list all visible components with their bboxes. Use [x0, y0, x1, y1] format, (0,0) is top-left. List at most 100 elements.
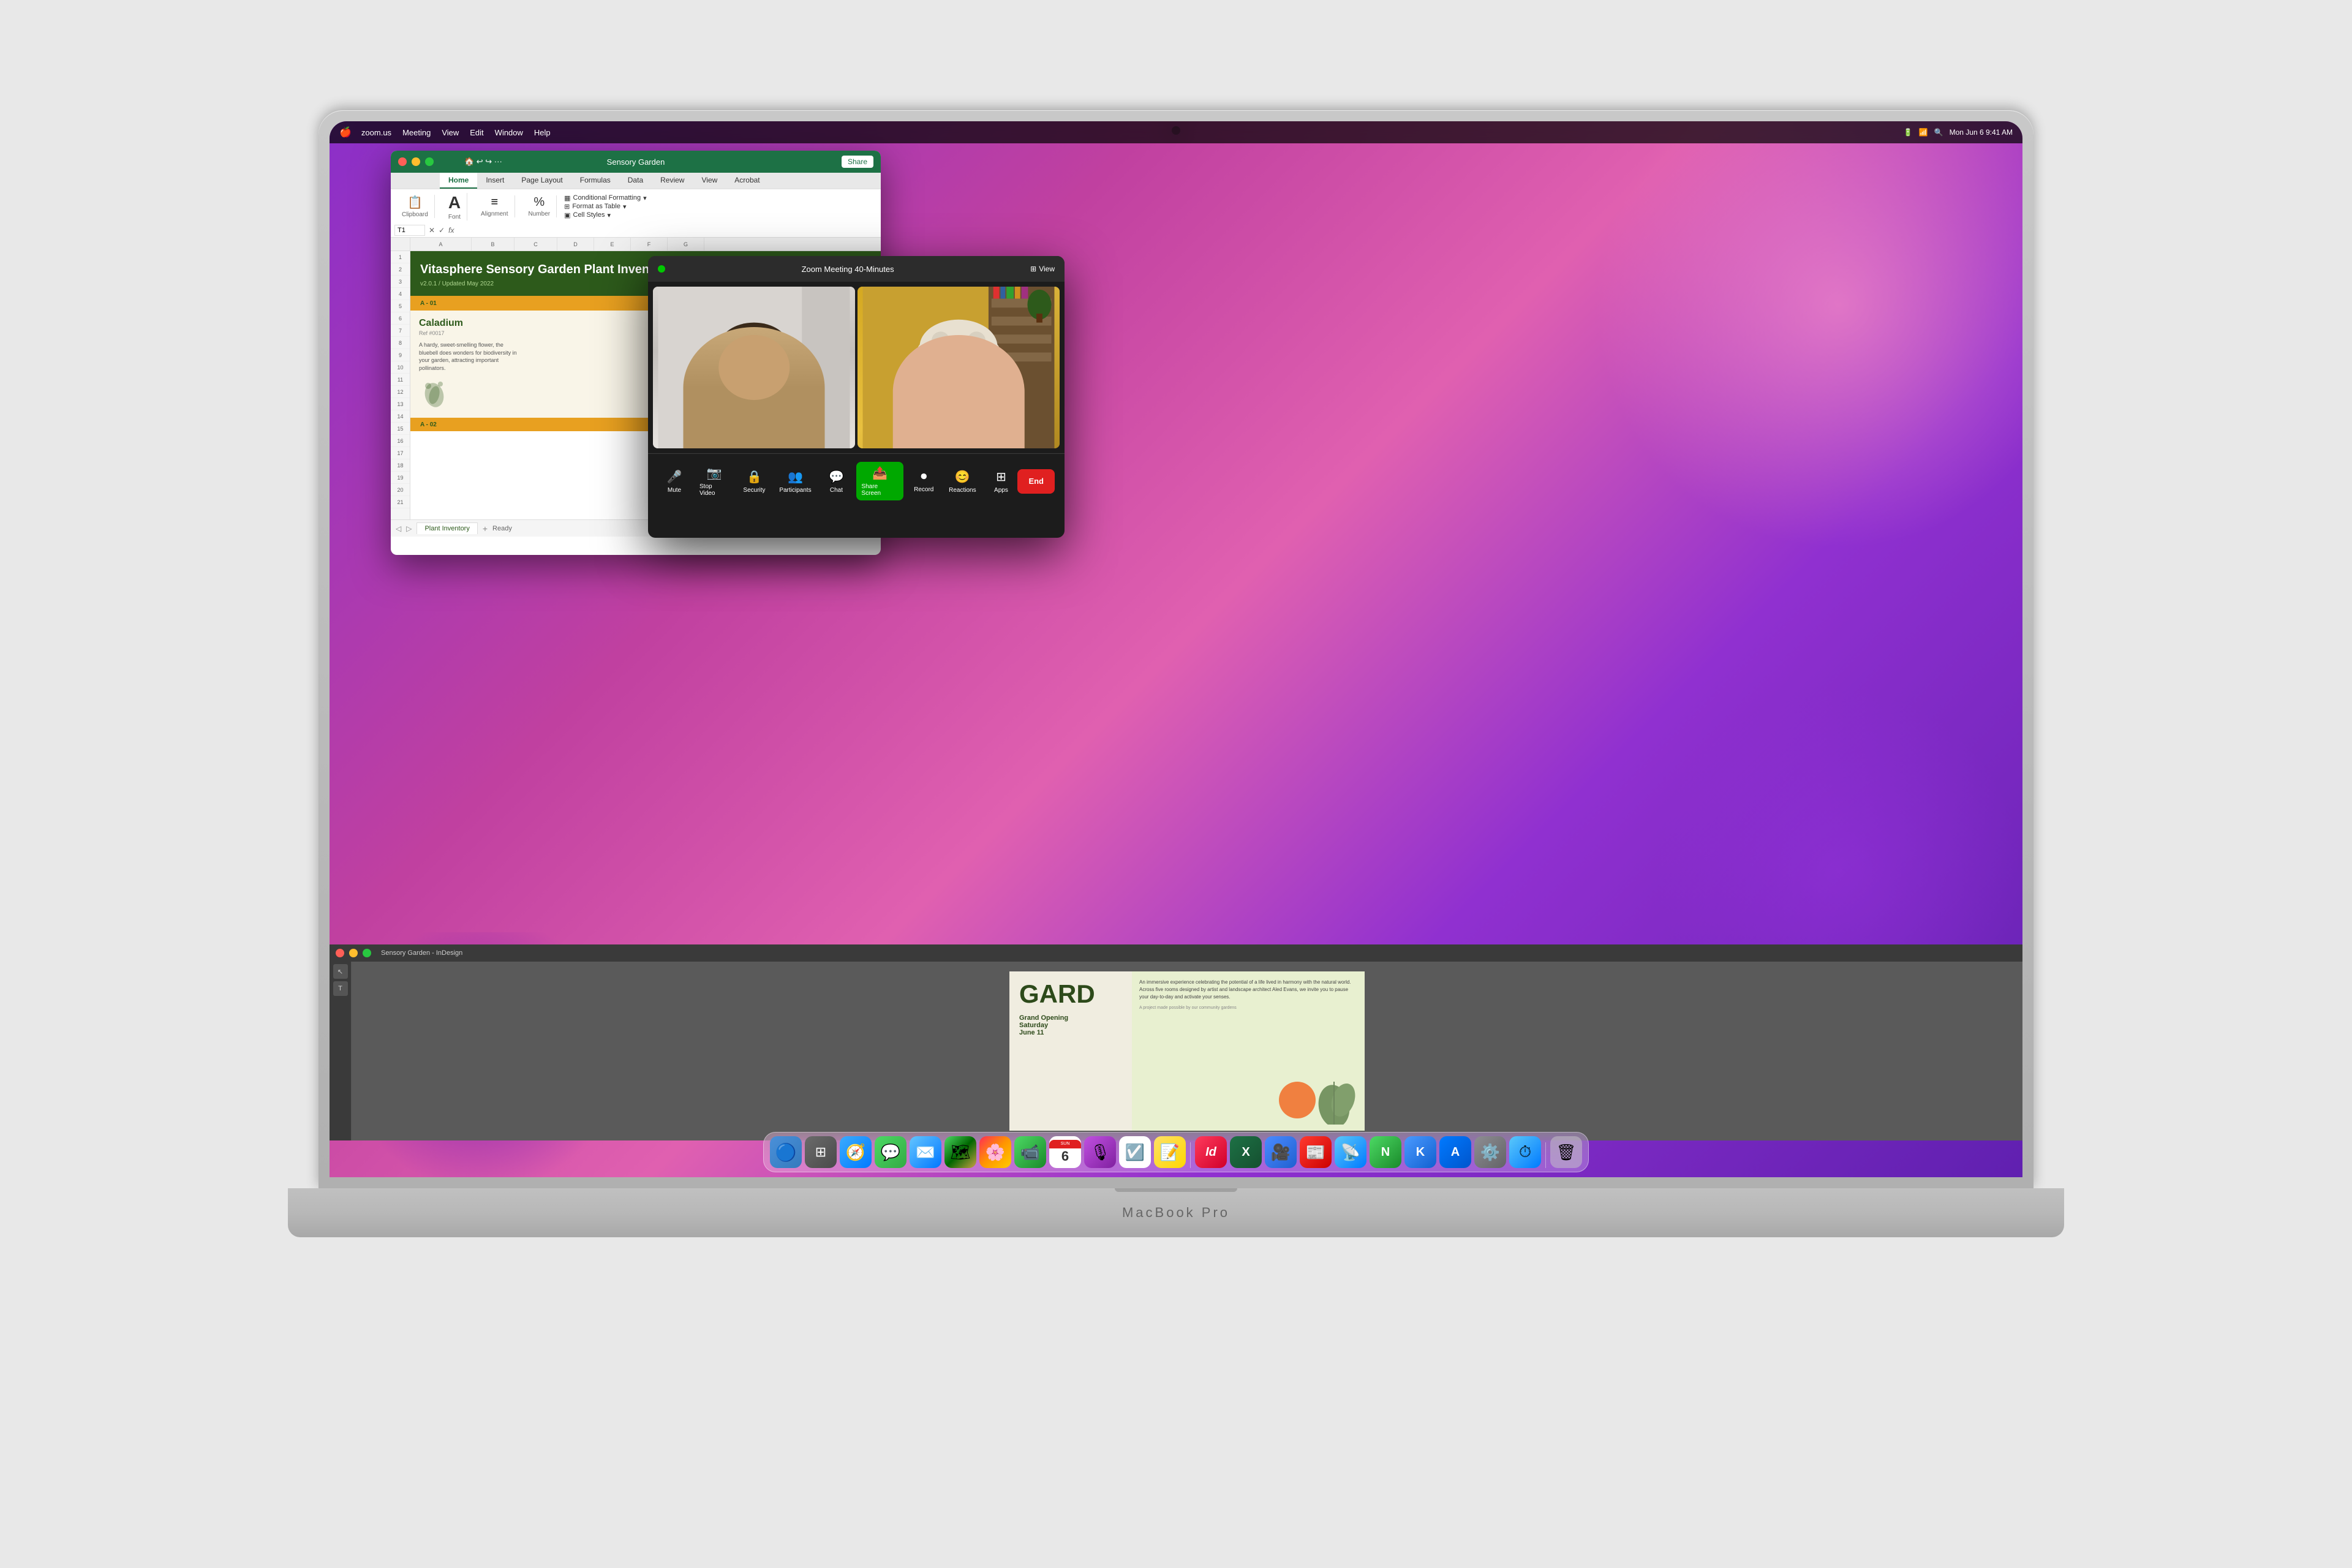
apple-menu-icon[interactable]: 🍎: [339, 126, 352, 138]
dock-photos[interactable]: 🌸: [979, 1136, 1011, 1168]
excel-tab-view[interactable]: View: [693, 173, 726, 189]
zoom-tools-group: 🎤 Mute 📷 Stop Video 🔒 Secur: [658, 462, 1017, 500]
menubar-help[interactable]: Help: [534, 128, 551, 137]
indesign-tools-sidebar: ↖ T: [330, 962, 352, 1140]
clock-display: Mon Jun 6 9:41 AM: [1950, 128, 2013, 137]
participant-2-video: [858, 287, 1060, 448]
indesign-leaf-svg: [1310, 1076, 1359, 1125]
row-number-18: 18: [391, 459, 410, 472]
indesign-tool-select[interactable]: ↖: [333, 964, 348, 979]
dock-zoom-app[interactable]: 🎥: [1265, 1136, 1297, 1168]
launchpad-icon: ⊞: [815, 1144, 826, 1160]
row-number-14: 14: [391, 410, 410, 423]
excel-tab-insert[interactable]: Insert: [477, 173, 513, 189]
menubar-app-name[interactable]: zoom.us: [361, 128, 391, 137]
dock-indesign-app[interactable]: Id: [1195, 1136, 1227, 1168]
sheet-add-button[interactable]: +: [483, 524, 488, 533]
zoom-security-button[interactable]: 🔒 Security: [737, 466, 771, 497]
dock-maps[interactable]: 🗺: [944, 1136, 976, 1168]
excel-tab-review[interactable]: Review: [652, 173, 693, 189]
dock-airdrop-app[interactable]: 📡: [1335, 1136, 1366, 1168]
dock-keynote-app[interactable]: K: [1404, 1136, 1436, 1168]
menubar-meeting[interactable]: Meeting: [402, 128, 431, 137]
zoom-status-area: [658, 265, 665, 273]
dock-system-preferences[interactable]: ⚙️: [1474, 1136, 1506, 1168]
menubar-window[interactable]: Window: [495, 128, 523, 137]
cell-styles-label: Cell Styles: [573, 211, 605, 219]
sheet-tab-plant-inventory[interactable]: Plant Inventory: [417, 522, 477, 534]
dock-calendar[interactable]: SUN 6: [1049, 1136, 1081, 1168]
cell-styles-item[interactable]: ▣ Cell Styles ▾: [564, 211, 647, 219]
macbook-model-label: MacBook Pro: [1122, 1205, 1230, 1221]
alignment-label: Alignment: [481, 211, 508, 217]
zoom-mute-button[interactable]: 🎤 Mute: [658, 466, 691, 497]
row-number-8: 8: [391, 337, 410, 349]
dock-messages[interactable]: 💬: [875, 1136, 907, 1168]
dock-podcasts[interactable]: 🎙: [1084, 1136, 1116, 1168]
excel-tab-formulas[interactable]: Formulas: [571, 173, 619, 189]
indesign-maximize-button[interactable]: [363, 949, 371, 957]
maximize-button[interactable]: [425, 157, 434, 166]
apps-icon: ⊞: [996, 469, 1006, 484]
menubar-edit[interactable]: Edit: [470, 128, 483, 137]
menubar-view[interactable]: View: [442, 128, 459, 137]
excel-share-button[interactable]: Share: [842, 156, 873, 168]
close-button[interactable]: [398, 157, 407, 166]
dock-launchpad[interactable]: ⊞: [805, 1136, 837, 1168]
dock-divider-2: [1545, 1142, 1546, 1168]
zoom-view-button[interactable]: ⊞ View: [1030, 265, 1055, 273]
system-preferences-icon: ⚙️: [1480, 1143, 1500, 1162]
clipboard-icon: 📋: [407, 195, 423, 210]
zoom-chat-button[interactable]: 💬 Chat: [820, 466, 853, 497]
dock-safari[interactable]: 🧭: [840, 1136, 872, 1168]
row-number-19: 19: [391, 472, 410, 484]
indesign-minimize-button[interactable]: [349, 949, 358, 957]
excel-tab-pagelayout[interactable]: Page Layout: [513, 173, 571, 189]
numbers-icon: N: [1381, 1145, 1390, 1159]
search-icon[interactable]: 🔍: [1934, 128, 1943, 137]
sheet-scroll-right[interactable]: ▷: [406, 524, 412, 533]
quick-access-icons: 🏠 ↩ ↪ ···: [464, 157, 502, 167]
zoom-reactions-button[interactable]: 😊 Reactions: [944, 466, 981, 497]
indesign-window[interactable]: Sensory Garden - InDesign ↖ T: [330, 944, 2022, 1140]
dock-notes[interactable]: 📝: [1154, 1136, 1186, 1168]
dock-mail[interactable]: ✉️: [910, 1136, 941, 1168]
zoom-apps-button[interactable]: ⊞ Apps: [984, 466, 1017, 497]
dock-numbers-app[interactable]: N: [1370, 1136, 1401, 1168]
font-label: Font: [448, 214, 461, 221]
zoom-stop-video-button[interactable]: 📷 Stop Video: [695, 462, 734, 500]
conditional-formatting-icon: ▦: [564, 194, 570, 202]
dock-trash[interactable]: 🗑: [1550, 1136, 1582, 1168]
zoom-window[interactable]: Zoom Meeting 40-Minutes ⊞ View: [648, 256, 1065, 538]
dock-news-app[interactable]: 📰: [1300, 1136, 1332, 1168]
excel-tab-acrobat[interactable]: Acrobat: [726, 173, 768, 189]
mute-icon: 🎤: [667, 469, 682, 484]
dock-excel-app[interactable]: X: [1230, 1136, 1262, 1168]
cell-reference-input[interactable]: [394, 225, 425, 236]
indesign-footer-note: A project made possible by our community…: [1139, 1006, 1357, 1010]
indesign-close-button[interactable]: [336, 949, 344, 957]
dock-reminders[interactable]: ☑️: [1119, 1136, 1151, 1168]
minimize-button[interactable]: [412, 157, 420, 166]
indesign-canvas[interactable]: GARD Grand Opening SaturdayJune 11 A: [352, 962, 2022, 1140]
stop-video-label: Stop Video: [699, 483, 729, 497]
zoom-record-button[interactable]: ⏺ Record: [907, 466, 940, 497]
zoom-participants-button[interactable]: 👥 Participants: [774, 466, 816, 497]
conditional-formatting-item[interactable]: ▦ Conditional Formatting ▾: [564, 194, 647, 202]
row-number-5: 5: [391, 300, 410, 312]
dock-screen-time-app[interactable]: ⏱: [1509, 1136, 1541, 1168]
zoom-share-screen-button[interactable]: 📤 Share Screen: [856, 462, 903, 500]
dock-facetime[interactable]: 📹: [1014, 1136, 1046, 1168]
dock-finder[interactable]: 🔵: [770, 1136, 802, 1168]
reactions-icon: 😊: [955, 469, 970, 484]
dock-appstore-app[interactable]: A: [1439, 1136, 1471, 1168]
zoom-end-button[interactable]: End: [1017, 469, 1055, 494]
format-as-table-item[interactable]: ⊞ Format as Table ▾: [564, 203, 647, 211]
indesign-right-content: An immersive experience celebrating the …: [1132, 971, 1365, 1131]
formula-input[interactable]: [458, 226, 877, 235]
indesign-tool-text[interactable]: T: [333, 981, 348, 996]
excel-tab-data[interactable]: Data: [619, 173, 652, 189]
excel-tab-home[interactable]: Home: [440, 173, 477, 189]
sheet-scroll-left[interactable]: ◁: [396, 524, 401, 533]
macbook-base: MacBook Pro: [288, 1188, 2064, 1237]
